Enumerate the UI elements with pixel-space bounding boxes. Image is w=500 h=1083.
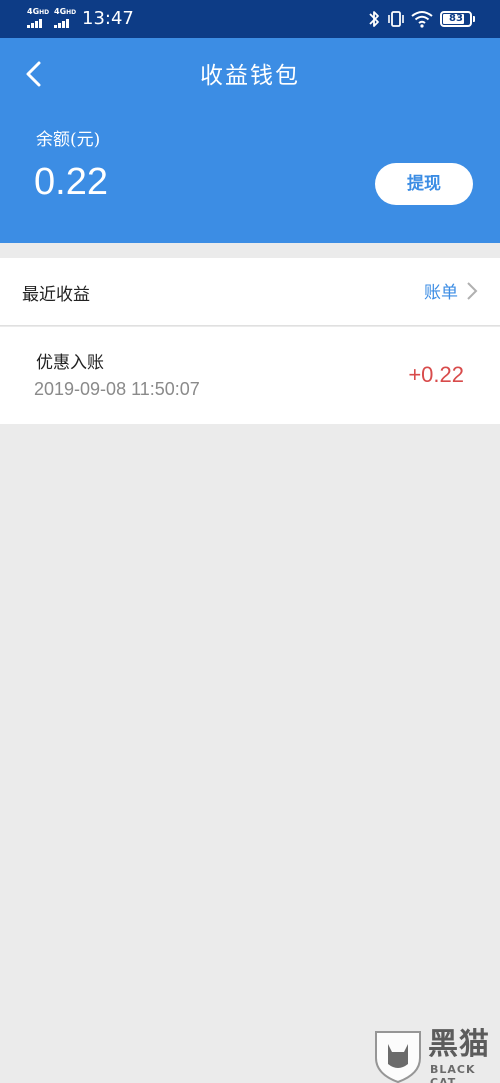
page-title: 收益钱包 — [200, 63, 300, 89]
recent-earnings-header: 最近收益 账单 — [0, 258, 500, 326]
wifi-icon — [411, 11, 433, 28]
network-hd-1: HD — [39, 9, 50, 16]
record-time: 2019-09-08 11:50:07 — [34, 379, 200, 399]
wallet-header: 收益钱包 余额(元) 0.22 提现 — [0, 38, 500, 243]
vibrate-icon — [388, 11, 404, 27]
black-cat-watermark: 黑猫 BLACK CAT — [372, 1028, 500, 1083]
list-item[interactable]: 优惠入账 2019-09-08 11:50:07 +0.22 — [0, 327, 500, 424]
recent-earnings-title: 最近收益 — [22, 285, 90, 305]
network-hd-2: HD — [66, 9, 77, 16]
battery-icon: 83 — [440, 11, 475, 27]
status-bar: 4GHD 4GHD 13:47 83 — [0, 0, 500, 38]
status-time: 13:47 — [82, 8, 134, 29]
bill-link[interactable]: 账单 — [424, 278, 478, 303]
watermark-text: 黑猫 — [428, 1027, 490, 1062]
withdraw-button[interactable]: 提现 — [375, 163, 473, 205]
balance-label: 余额(元) — [36, 130, 101, 150]
bill-link-label: 账单 — [424, 283, 458, 303]
shield-cat-icon — [375, 1031, 421, 1083]
chevron-right-icon — [467, 281, 478, 300]
signal-icon-2: 4GHD — [54, 8, 76, 28]
balance-value: 0.22 — [34, 161, 108, 203]
record-title: 优惠入账 — [36, 353, 104, 373]
battery-level: 83 — [449, 13, 463, 24]
signal-icon: 4GHD — [27, 8, 49, 28]
bluetooth-icon — [369, 11, 379, 27]
network-type-1: 4G — [27, 7, 40, 16]
watermark-subtext: BLACK CAT — [430, 1063, 476, 1083]
network-type-2: 4G — [54, 7, 67, 16]
record-amount: +0.22 — [408, 362, 464, 387]
